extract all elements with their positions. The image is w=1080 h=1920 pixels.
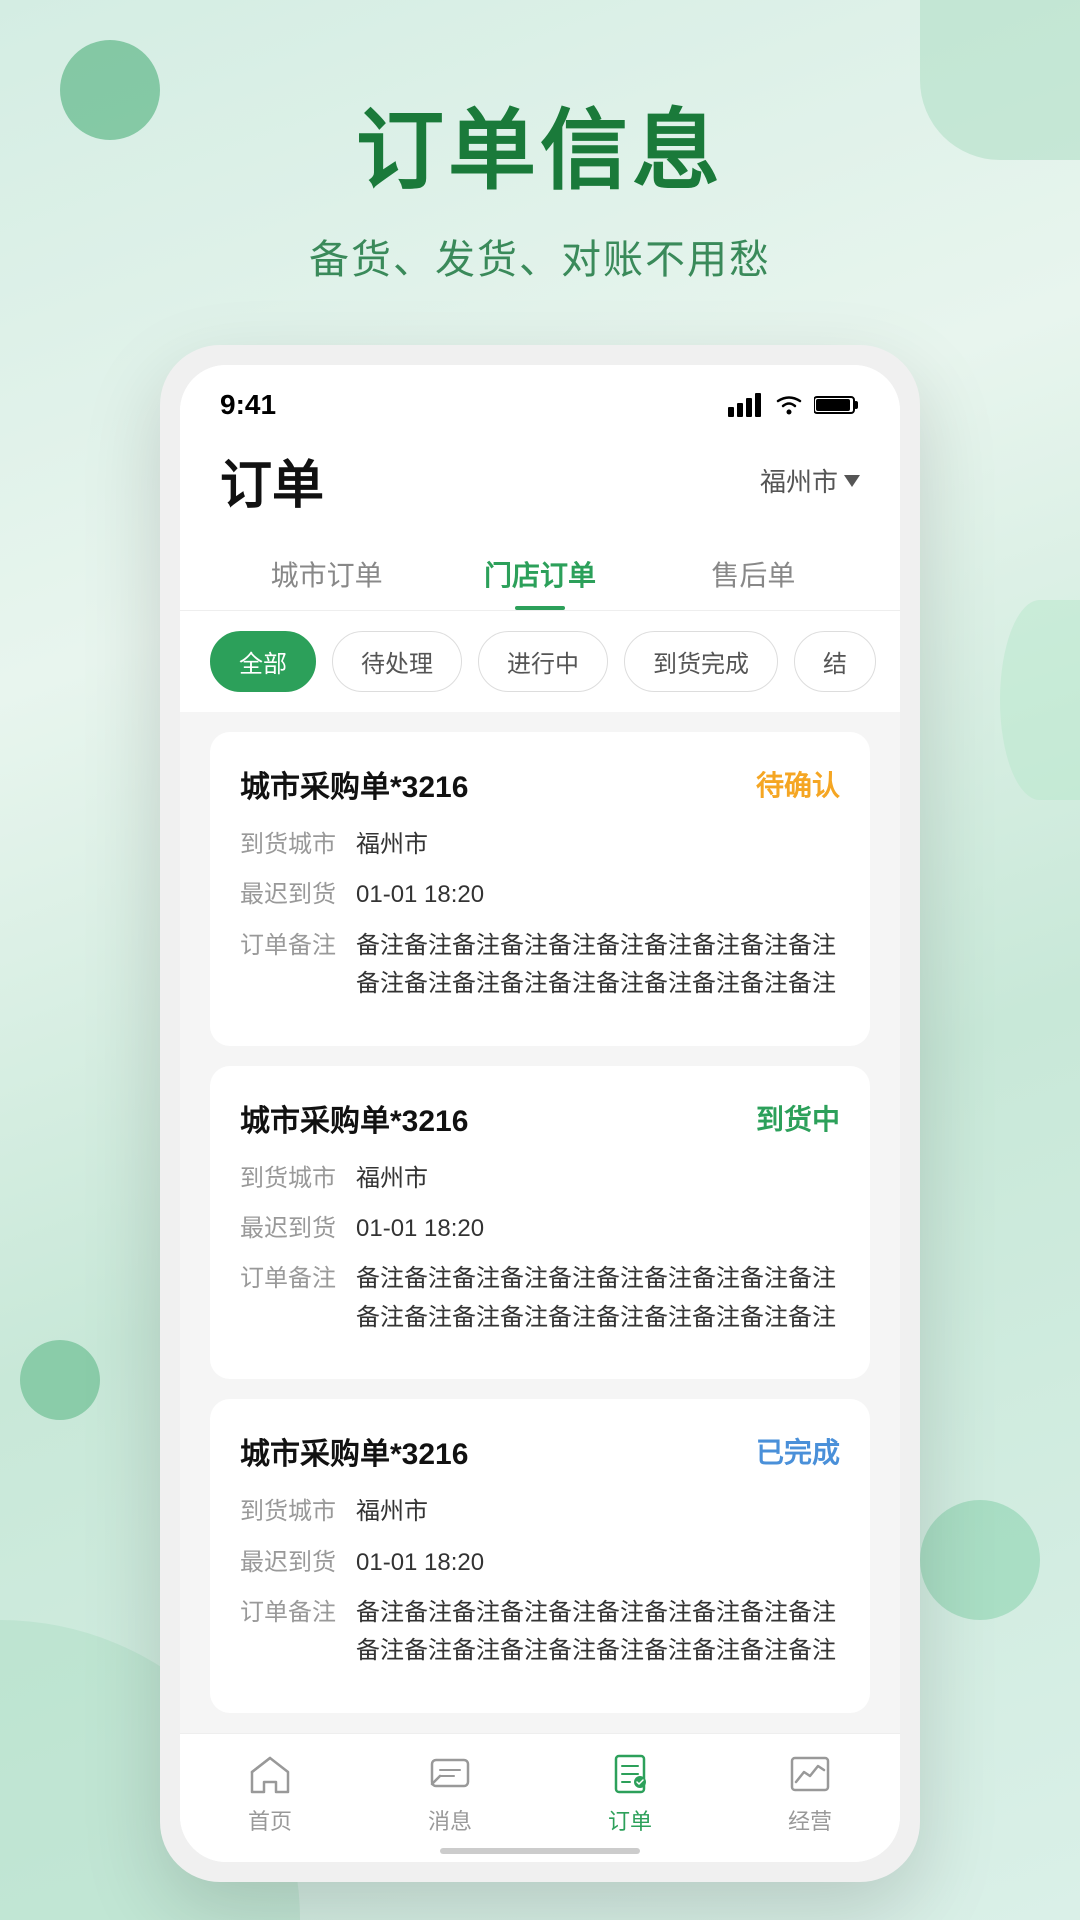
order-2-note-row: 订单备注 备注备注备注备注备注备注备注备注备注备注备注备注备注备注备注备注备注备… (240, 1260, 840, 1337)
tab-after-sale[interactable]: 售后单 (647, 538, 860, 610)
order-2-note-label: 订单备注 (240, 1260, 340, 1298)
order-1-note-value: 备注备注备注备注备注备注备注备注备注备注备注备注备注备注备注备注备注备注备注备注 (356, 927, 840, 1004)
order-2-status: 到货中 (756, 1098, 840, 1138)
filter-in-progress[interactable]: 进行中 (478, 631, 608, 692)
tab-bar: 城市订单 门店订单 售后单 (180, 538, 900, 611)
order-1-city-label: 到货城市 (240, 826, 340, 864)
home-indicator (180, 1846, 900, 1862)
business-icon (786, 1750, 834, 1798)
phone-mockup: 9:41 (160, 345, 920, 1882)
order-3-time-value: 01-01 18:20 (356, 1544, 840, 1582)
location-text: 福州市 (760, 462, 838, 499)
header-location[interactable]: 福州市 (760, 462, 860, 499)
tab-city-order-label: 城市订单 (271, 560, 383, 591)
nav-message[interactable]: 消息 (360, 1750, 540, 1836)
order-3-time-label: 最迟到货 (240, 1544, 340, 1582)
nav-business[interactable]: 经营 (720, 1750, 900, 1836)
order-2-time-row: 最迟到货 01-01 18:20 (240, 1210, 840, 1248)
status-bar: 9:41 (180, 365, 900, 433)
wifi-icon (772, 393, 806, 417)
location-arrow-icon (844, 475, 860, 487)
nav-order[interactable]: 订单 (540, 1750, 720, 1836)
order-3-time-row: 最迟到货 01-01 18:20 (240, 1544, 840, 1582)
order-1-city-row: 到货城市 福州市 (240, 826, 840, 864)
order-1-note-label: 订单备注 (240, 927, 340, 965)
home-bar (440, 1848, 640, 1854)
tab-city-order[interactable]: 城市订单 (220, 538, 433, 610)
order-2-time-value: 01-01 18:20 (356, 1210, 840, 1248)
order-list: 城市采购单*3216 待确认 到货城市 福州市 最迟到货 01-01 18:20… (180, 712, 900, 1733)
order-icon (606, 1750, 654, 1798)
order-3-city-label: 到货城市 (240, 1493, 340, 1531)
order-3-city-value: 福州市 (356, 1493, 840, 1531)
battery-icon (814, 393, 860, 417)
nav-home[interactable]: 首页 (180, 1750, 360, 1836)
bottom-nav: 首页 消息 (180, 1733, 900, 1846)
order-2-city-label: 到货城市 (240, 1160, 340, 1198)
message-icon (426, 1750, 474, 1798)
tab-after-sale-label: 售后单 (711, 560, 795, 591)
order-3-status: 已完成 (756, 1431, 840, 1471)
filter-more[interactable]: 结 (794, 631, 876, 692)
nav-business-label: 经营 (788, 1804, 832, 1836)
status-time: 9:41 (220, 389, 276, 421)
nav-home-label: 首页 (248, 1804, 292, 1836)
order-1-note-row: 订单备注 备注备注备注备注备注备注备注备注备注备注备注备注备注备注备注备注备注备… (240, 927, 840, 1004)
filter-all[interactable]: 全部 (210, 631, 316, 692)
page-subtitle: 备货、发货、对账不用愁 (309, 227, 771, 285)
order-3-id: 城市采购单*3216 (240, 1429, 468, 1473)
filter-arrived[interactable]: 到货完成 (624, 631, 778, 692)
page-container: 订单信息 备货、发货、对账不用愁 9:41 (0, 0, 1080, 1882)
order-1-id: 城市采购单*3216 (240, 762, 468, 806)
order-2-time-label: 最迟到货 (240, 1210, 340, 1248)
order-1-time-label: 最迟到货 (240, 876, 340, 914)
order-card-2[interactable]: 城市采购单*3216 到货中 到货城市 福州市 最迟到货 01-01 18:20… (210, 1066, 870, 1380)
order-2-id: 城市采购单*3216 (240, 1096, 468, 1140)
nav-message-label: 消息 (428, 1804, 472, 1836)
order-3-city-row: 到货城市 福州市 (240, 1493, 840, 1531)
app-header: 订单 福州市 (180, 433, 900, 538)
status-icons (728, 393, 860, 417)
order-3-note-row: 订单备注 备注备注备注备注备注备注备注备注备注备注备注备注备注备注备注备注备注备… (240, 1594, 840, 1671)
order-2-city-value: 福州市 (356, 1160, 840, 1198)
order-3-note-value: 备注备注备注备注备注备注备注备注备注备注备注备注备注备注备注备注备注备注备注备注 (356, 1594, 840, 1671)
filter-bar: 全部 待处理 进行中 到货完成 结 (180, 611, 900, 712)
order-1-header: 城市采购单*3216 待确认 (240, 762, 840, 806)
header-title: 订单 (220, 443, 324, 518)
tab-store-order[interactable]: 门店订单 (433, 538, 646, 610)
signal-icon (728, 393, 764, 417)
order-1-time-row: 最迟到货 01-01 18:20 (240, 876, 840, 914)
tab-store-order-label: 门店订单 (484, 560, 596, 591)
home-icon (246, 1750, 294, 1798)
order-1-time-value: 01-01 18:20 (356, 876, 840, 914)
order-3-note-label: 订单备注 (240, 1594, 340, 1632)
order-1-city-value: 福州市 (356, 826, 840, 864)
page-title: 订单信息 (356, 80, 724, 207)
order-card-3[interactable]: 城市采购单*3216 已完成 到货城市 福州市 最迟到货 01-01 18:20… (210, 1399, 870, 1713)
nav-order-label: 订单 (608, 1804, 652, 1836)
order-2-header: 城市采购单*3216 到货中 (240, 1096, 840, 1140)
order-1-status: 待确认 (756, 764, 840, 804)
order-2-city-row: 到货城市 福州市 (240, 1160, 840, 1198)
order-card-1[interactable]: 城市采购单*3216 待确认 到货城市 福州市 最迟到货 01-01 18:20… (210, 732, 870, 1046)
order-3-header: 城市采购单*3216 已完成 (240, 1429, 840, 1473)
phone-screen: 9:41 (180, 365, 900, 1862)
filter-pending[interactable]: 待处理 (332, 631, 462, 692)
order-2-note-value: 备注备注备注备注备注备注备注备注备注备注备注备注备注备注备注备注备注备注备注备注 (356, 1260, 840, 1337)
